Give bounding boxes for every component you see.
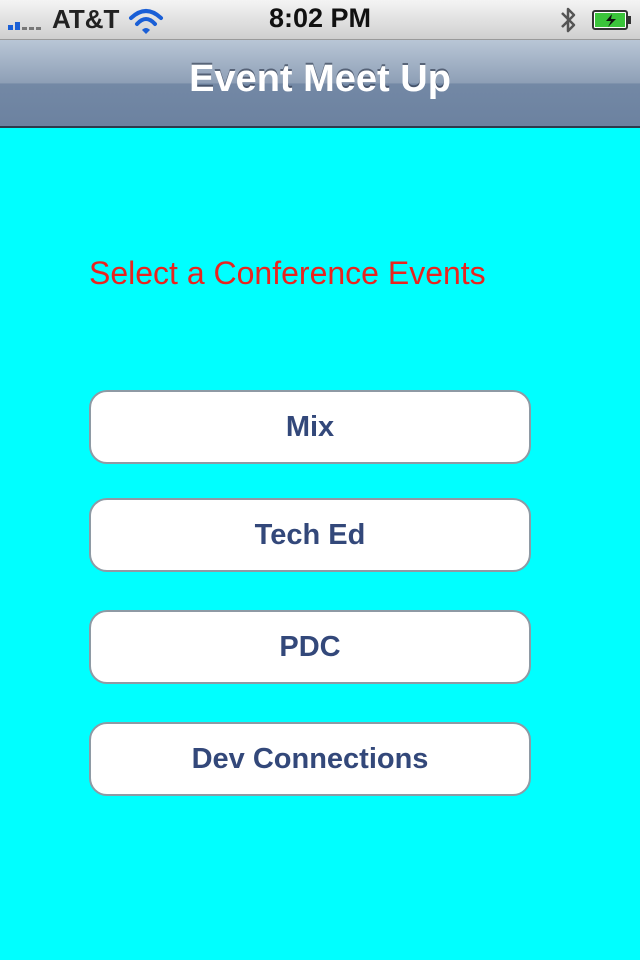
navigation-bar: Event Meet Up — [0, 40, 640, 128]
dev-connections-button[interactable]: Dev Connections — [89, 722, 531, 796]
mix-button[interactable]: Mix — [89, 390, 531, 464]
bluetooth-icon — [561, 7, 576, 33]
select-conference-prompt: Select a Conference Events — [89, 255, 486, 291]
clock: 8:02 PM — [268, 3, 372, 33]
status-bar: AT&T 8:02 PM — [0, 0, 640, 40]
battery-charging-icon — [592, 10, 631, 30]
page-title: Event Meet Up — [189, 58, 451, 100]
tech-ed-button[interactable]: Tech Ed — [89, 498, 531, 572]
pdc-button[interactable]: PDC — [89, 610, 531, 684]
